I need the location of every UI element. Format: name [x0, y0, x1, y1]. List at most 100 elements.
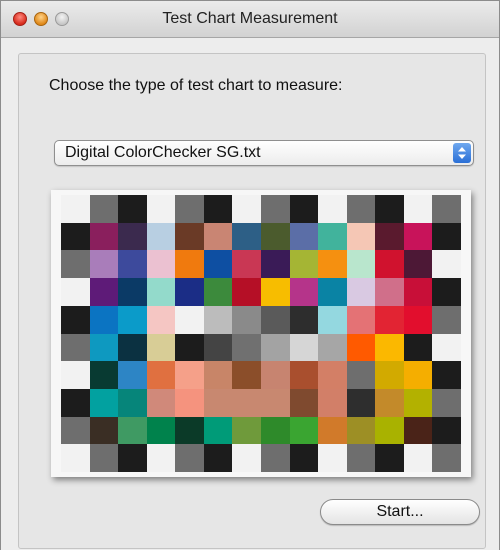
color-patch — [146, 195, 176, 223]
color-patch — [118, 222, 147, 251]
color-patch — [175, 444, 204, 472]
color-patch — [89, 444, 119, 472]
color-patch — [61, 444, 90, 472]
color-patch — [89, 195, 119, 223]
test-chart-measurement-window: Test Chart Measurement Choose the type o… — [0, 0, 500, 550]
color-patch — [289, 333, 319, 362]
color-patch — [346, 250, 376, 279]
color-patch — [146, 361, 176, 389]
color-patch — [346, 416, 376, 445]
color-patch — [403, 361, 433, 389]
color-patch — [375, 333, 404, 362]
color-patch — [203, 388, 233, 417]
color-patch — [118, 388, 147, 417]
color-patch — [118, 250, 147, 279]
color-patch — [146, 305, 176, 334]
color-patch — [375, 222, 404, 251]
color-patch — [375, 250, 404, 279]
start-button[interactable]: Start... — [320, 499, 480, 525]
color-patch — [346, 222, 376, 251]
color-patch — [432, 250, 461, 279]
color-patch — [89, 388, 119, 417]
color-patch — [318, 250, 347, 279]
color-patch — [146, 388, 176, 417]
color-patch — [89, 333, 119, 362]
color-patch — [375, 361, 404, 389]
color-patch — [318, 361, 347, 389]
color-patch — [175, 361, 204, 389]
color-patch — [232, 195, 261, 223]
color-patch — [375, 444, 404, 472]
color-patch — [89, 250, 119, 279]
color-patch — [260, 222, 290, 251]
color-patch — [232, 388, 261, 417]
color-patch — [260, 361, 290, 389]
color-patch — [175, 416, 204, 445]
color-patch — [403, 278, 433, 306]
color-patch — [203, 416, 233, 445]
color-patch — [232, 333, 261, 362]
color-patch — [118, 444, 147, 472]
chart-type-selected-value: Digital ColorChecker SG.txt — [65, 144, 261, 161]
color-patch — [403, 222, 433, 251]
color-patch — [232, 444, 261, 472]
color-patch — [146, 444, 176, 472]
color-patch — [232, 416, 261, 445]
color-patch — [61, 416, 90, 445]
color-patch — [289, 361, 319, 389]
window-title: Test Chart Measurement — [162, 10, 338, 27]
color-patch — [118, 278, 147, 306]
color-patch — [346, 333, 376, 362]
color-patch — [375, 195, 404, 223]
color-patch — [260, 333, 290, 362]
color-patch — [318, 388, 347, 417]
color-patch — [289, 388, 319, 417]
color-patch — [232, 305, 261, 334]
chart-type-prompt: Choose the type of test chart to measure… — [49, 77, 343, 94]
color-patch — [289, 250, 319, 279]
color-patch — [289, 222, 319, 251]
color-patch — [175, 195, 204, 223]
color-patch — [89, 222, 119, 251]
color-patch — [403, 195, 433, 223]
chart-type-popup[interactable]: Digital ColorChecker SG.txt — [54, 140, 474, 166]
colorchecker-chart-preview — [51, 190, 471, 477]
color-patch — [61, 278, 90, 306]
color-patch — [61, 222, 90, 251]
color-patch — [146, 333, 176, 362]
color-patch — [346, 195, 376, 223]
color-patch — [175, 305, 204, 334]
color-patch — [260, 195, 290, 223]
color-patch — [203, 444, 233, 472]
color-patch — [260, 444, 290, 472]
color-patch — [432, 333, 461, 362]
color-patch — [432, 416, 461, 445]
color-patch — [118, 361, 147, 389]
color-patch — [203, 361, 233, 389]
color-patch — [260, 416, 290, 445]
color-patch — [232, 361, 261, 389]
color-patch — [318, 195, 347, 223]
color-patch — [61, 305, 90, 334]
color-patch — [203, 278, 233, 306]
color-patch — [89, 305, 119, 334]
color-patch — [346, 444, 376, 472]
title-bar[interactable]: Test Chart Measurement — [1, 1, 499, 38]
color-patch — [375, 416, 404, 445]
color-patch — [289, 444, 319, 472]
color-patch — [203, 333, 233, 362]
color-patch — [318, 222, 347, 251]
color-patch — [232, 278, 261, 306]
color-patch — [318, 333, 347, 362]
color-patch — [175, 333, 204, 362]
color-patch — [432, 361, 461, 389]
color-patch — [346, 361, 376, 389]
color-patch — [289, 278, 319, 306]
color-patch — [403, 305, 433, 334]
color-patch — [203, 222, 233, 251]
color-patch — [318, 278, 347, 306]
color-patch — [118, 195, 147, 223]
color-patch — [318, 305, 347, 334]
color-patch — [146, 222, 176, 251]
color-patch — [289, 416, 319, 445]
